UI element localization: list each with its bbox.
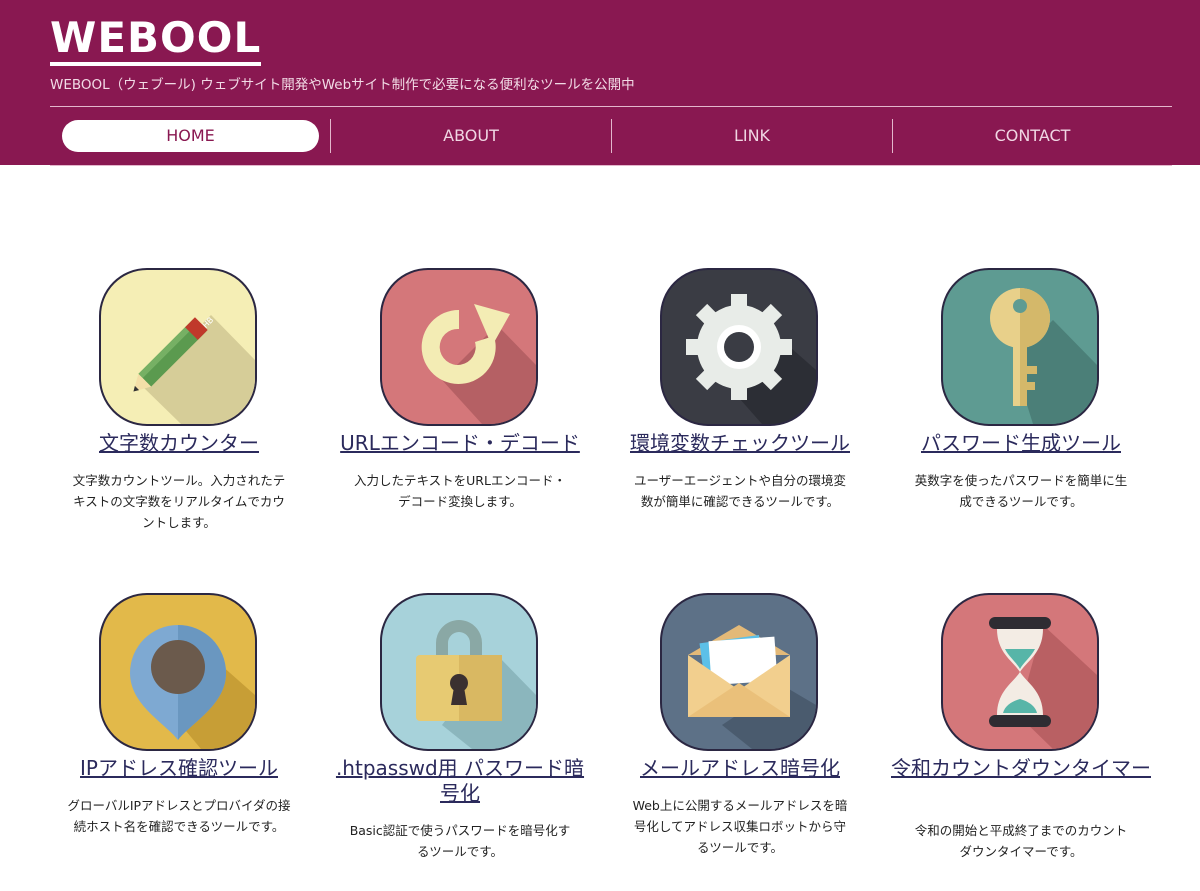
tool-description: Basic認証で使うパスワードを暗号化するツールです。 [349, 823, 571, 859]
tool-description: Web上に公開するメールアドレスを暗号化してアドレス収集ロボットから守るツールで… [632, 798, 848, 855]
tool-title[interactable]: IPアドレス確認ツール [47, 756, 311, 781]
tool-description: ユーザーエージェントや自分の環境変数が簡単に確認できるツールです。 [633, 473, 846, 509]
nav-link[interactable]: LINK [612, 120, 892, 152]
tool-title[interactable]: 環境変数チェックツール [608, 431, 872, 456]
nav-home[interactable]: HOME [62, 120, 319, 152]
tool-title[interactable]: 文字数カウンター [47, 431, 311, 456]
map-pin-icon[interactable] [99, 593, 257, 751]
key-icon[interactable] [941, 268, 1099, 426]
hourglass-icon[interactable] [941, 593, 1099, 751]
tool-title[interactable]: URLエンコード・デコード [328, 431, 592, 456]
tool-description: 令和の開始と平成終了までのカウントダウンタイマーです。 [914, 823, 1128, 859]
tool-description: 入力したテキストをURLエンコード・デコード変換します。 [354, 473, 566, 509]
tool-description: グローバルIPアドレスとプロバイダの接続ホスト名を確認できるツールです。 [67, 798, 291, 834]
envelope-icon[interactable] [660, 593, 818, 751]
tool-title[interactable]: メールアドレス暗号化 [608, 756, 872, 781]
tool-description: 英数字を使ったパスワードを簡単に生成できるツールです。 [914, 473, 1128, 509]
main-nav: HOME ABOUT LINK CONTACT [50, 106, 1172, 166]
site-logo[interactable]: WEBOOL [50, 14, 262, 66]
tool-title[interactable]: .htpasswd用 パスワード暗号化 [328, 756, 592, 806]
tool-title[interactable]: パスワード生成ツール [889, 431, 1153, 456]
site-header: WEBOOL WEBOOL（ウェブール) ウェブサイト開発やWebサイト制作で必… [0, 0, 1200, 166]
site-tagline: WEBOOL（ウェブール) ウェブサイト開発やWebサイト制作で必要になる便利な… [50, 77, 635, 93]
gear-icon[interactable] [660, 268, 818, 426]
tool-title[interactable]: 令和カウントダウンタイマー [889, 756, 1153, 781]
nav-about[interactable]: ABOUT [331, 120, 611, 152]
refresh-icon[interactable] [380, 268, 538, 426]
pencil-icon[interactable]: HB [99, 268, 257, 426]
nav-contact[interactable]: CONTACT [893, 120, 1172, 152]
tool-description: 文字数カウントツール。入力されたテキストの文字数をリアルタイムでカウントします。 [72, 473, 286, 530]
padlock-icon[interactable] [380, 593, 538, 751]
